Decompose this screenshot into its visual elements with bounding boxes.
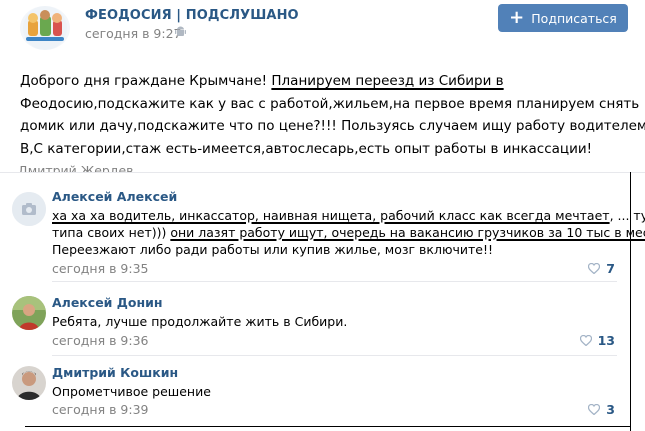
comment: Алексей Донин Ребята, лучше продолжайте …: [0, 290, 630, 356]
comment: Алексей Алексей ха ха ха водитель, инкас…: [0, 183, 645, 282]
post-line: Доброго дня граждане Крымчане! Планируем…: [20, 70, 630, 93]
post-text-segment: Доброго дня граждане Крымчане!: [20, 73, 272, 89]
comment-text-segment: , ... тут: [609, 208, 645, 223]
android-icon: [175, 26, 186, 36]
comment-underlined-segment: они лазят работу ищут, очередь на ваканс…: [170, 225, 645, 240]
comment-author[interactable]: Дмитрий Кошкин: [52, 365, 178, 380]
subscribe-button[interactable]: + Подписаться: [498, 4, 628, 32]
comment-text: Опрометчивое решение: [52, 384, 211, 399]
bottom-edge: [25, 426, 630, 427]
like-count: 7: [606, 261, 615, 276]
comment-separator: [52, 355, 617, 356]
group-avatar[interactable]: [20, 6, 70, 50]
comment-avatar[interactable]: [12, 366, 46, 400]
comment-avatar[interactable]: [12, 192, 46, 226]
like-button[interactable]: 7: [588, 261, 615, 276]
post-header: ФЕОДОСИЯ | ПОДСЛУШАНО сегодня в 9:27 + П…: [0, 0, 645, 55]
comment-text: ха ха ха водитель, инкассатор, наивная н…: [52, 207, 645, 258]
post-text: Доброго дня граждане Крымчане! Планируем…: [20, 70, 645, 160]
group-name[interactable]: ФЕОДОСИЯ | ПОДСЛУШАНО: [85, 8, 299, 23]
comment-separator: [52, 281, 617, 282]
like-button[interactable]: 13: [579, 333, 615, 348]
user-photo: [12, 366, 46, 400]
like-button[interactable]: 3: [588, 402, 615, 417]
comment-author[interactable]: Алексей Алексей: [52, 189, 177, 204]
like-count: 3: [606, 402, 615, 417]
comment-line: Переезжают либо ради работы или купив жи…: [52, 242, 493, 257]
post-underlined-segment: Планируем переезд из Сибири в: [271, 73, 504, 89]
partial-author-name[interactable]: Дмитрий Жердев: [18, 160, 134, 172]
comment-underlined-segment: ха ха ха водитель, инкассатор, наивная н…: [52, 208, 610, 223]
comments-divider: [0, 172, 645, 173]
camera-icon: [12, 192, 46, 226]
comment-text: Ребята, лучше продолжайте жить в Сибири.: [52, 314, 348, 329]
subscribe-label: Подписаться: [531, 10, 617, 26]
plus-icon: +: [509, 7, 525, 28]
comment-author[interactable]: Алексей Донин: [52, 295, 163, 310]
heart-icon: [579, 335, 592, 346]
comment-time[interactable]: сегодня в 9:35: [52, 261, 149, 276]
post-line: В,С категории,стаж есть-имеется,автослес…: [20, 140, 593, 157]
post-line: домик или дачу,подскажите что по цене?!!…: [20, 118, 645, 134]
comment-text-segment: типа своих нет))): [52, 225, 171, 240]
comment-avatar[interactable]: [12, 296, 46, 330]
post-line: Феодосию,подскажите как у вас с работой,…: [20, 95, 640, 112]
comment-line: ха ха ха водитель, инкассатор, наивная н…: [52, 207, 645, 224]
comment-time[interactable]: сегодня в 9:36: [52, 333, 149, 348]
comment-line: типа своих нет))) они лазят работу ищут,…: [52, 224, 645, 241]
like-count: 13: [597, 333, 615, 348]
comment-time[interactable]: сегодня в 9:39: [52, 402, 149, 417]
heart-icon: [588, 263, 601, 274]
post-time[interactable]: сегодня в 9:27: [85, 26, 182, 41]
user-photo: [12, 296, 46, 330]
comment: Дмитрий Кошкин Опрометчивое решение сего…: [0, 362, 630, 422]
heart-icon: [588, 404, 601, 415]
